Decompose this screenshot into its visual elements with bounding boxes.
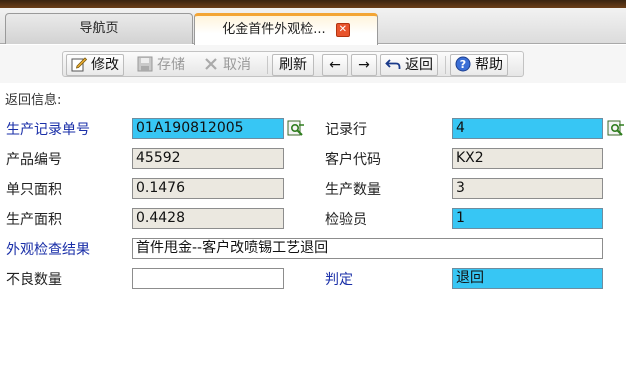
- back-label: 返回: [405, 57, 433, 73]
- edit-icon: [71, 57, 87, 72]
- defect-qty-field[interactable]: [132, 268, 284, 289]
- cancel-label: 取消: [223, 57, 251, 73]
- production-area-label: 生产面积: [6, 212, 62, 228]
- prev-button[interactable]: ←: [322, 54, 348, 76]
- tab-inspection[interactable]: 化金首件外观检... ✕: [194, 13, 378, 45]
- help-button[interactable]: ? 帮助: [450, 54, 508, 76]
- toolbar-separator: [445, 56, 446, 74]
- save-icon: [137, 56, 153, 72]
- record-row-label: 记录行: [325, 122, 367, 138]
- help-icon: ?: [455, 56, 471, 72]
- unit-area-label: 单只面积: [6, 182, 62, 198]
- production-area-field: 0.4428: [132, 208, 284, 229]
- record-row-field[interactable]: 4: [452, 118, 603, 139]
- customer-code-field: KX2: [452, 148, 603, 169]
- visual-result-field[interactable]: 首件甩金--客户改喷锡工艺退回: [132, 238, 603, 259]
- edit-button[interactable]: 修改: [66, 54, 124, 76]
- edit-label: 修改: [91, 57, 119, 73]
- customer-code-label: 客户代码: [325, 152, 381, 168]
- toolbar: 修改 存储 取消 刷新 ← → 返回 ? 帮助: [0, 45, 626, 83]
- back-button[interactable]: 返回: [380, 54, 438, 76]
- cancel-icon: [205, 58, 217, 70]
- inspector-label: 检验员: [325, 212, 367, 228]
- judgement-label: 判定: [325, 272, 353, 288]
- window-top-bar: [0, 0, 626, 8]
- close-icon[interactable]: ✕: [335, 22, 350, 37]
- save-label: 存储: [157, 57, 185, 73]
- arrow-right-icon: →: [358, 57, 370, 73]
- tab-strip: 导航页 化金首件外观检... ✕: [0, 8, 626, 45]
- return-icon: [385, 59, 401, 69]
- next-button[interactable]: →: [351, 54, 377, 76]
- tab-home-label: 导航页: [79, 21, 119, 36]
- refresh-button[interactable]: 刷新: [272, 54, 314, 76]
- inspector-field[interactable]: 1: [452, 208, 603, 229]
- judgement-field[interactable]: 退回: [452, 268, 603, 289]
- record-no-field[interactable]: 01A190812005: [132, 118, 284, 139]
- return-info-label: 返回信息:: [5, 93, 62, 108]
- refresh-label: 刷新: [279, 57, 307, 73]
- record-no-label: 生产记录单号: [6, 122, 90, 138]
- unit-area-field: 0.1476: [132, 178, 284, 199]
- lookup-icon[interactable]: [287, 119, 305, 137]
- cancel-button[interactable]: 取消: [198, 54, 256, 76]
- help-label: 帮助: [475, 57, 503, 73]
- visual-result-label: 外观检查结果: [6, 242, 90, 258]
- production-qty-field: 3: [452, 178, 603, 199]
- production-qty-label: 生产数量: [325, 182, 381, 198]
- product-no-field: 45592: [132, 148, 284, 169]
- tab-inspection-label: 化金首件外观检...: [222, 22, 326, 37]
- product-no-label: 产品编号: [6, 152, 62, 168]
- tab-home[interactable]: 导航页: [5, 13, 193, 44]
- svg-text:?: ?: [460, 58, 466, 71]
- toolbar-group: 修改 存储 取消 刷新 ← → 返回 ? 帮助: [62, 51, 524, 77]
- save-button[interactable]: 存储: [132, 54, 190, 76]
- lookup-icon[interactable]: [607, 119, 625, 137]
- defect-qty-label: 不良数量: [6, 272, 62, 288]
- arrow-left-icon: ←: [329, 57, 341, 73]
- toolbar-separator: [267, 56, 268, 74]
